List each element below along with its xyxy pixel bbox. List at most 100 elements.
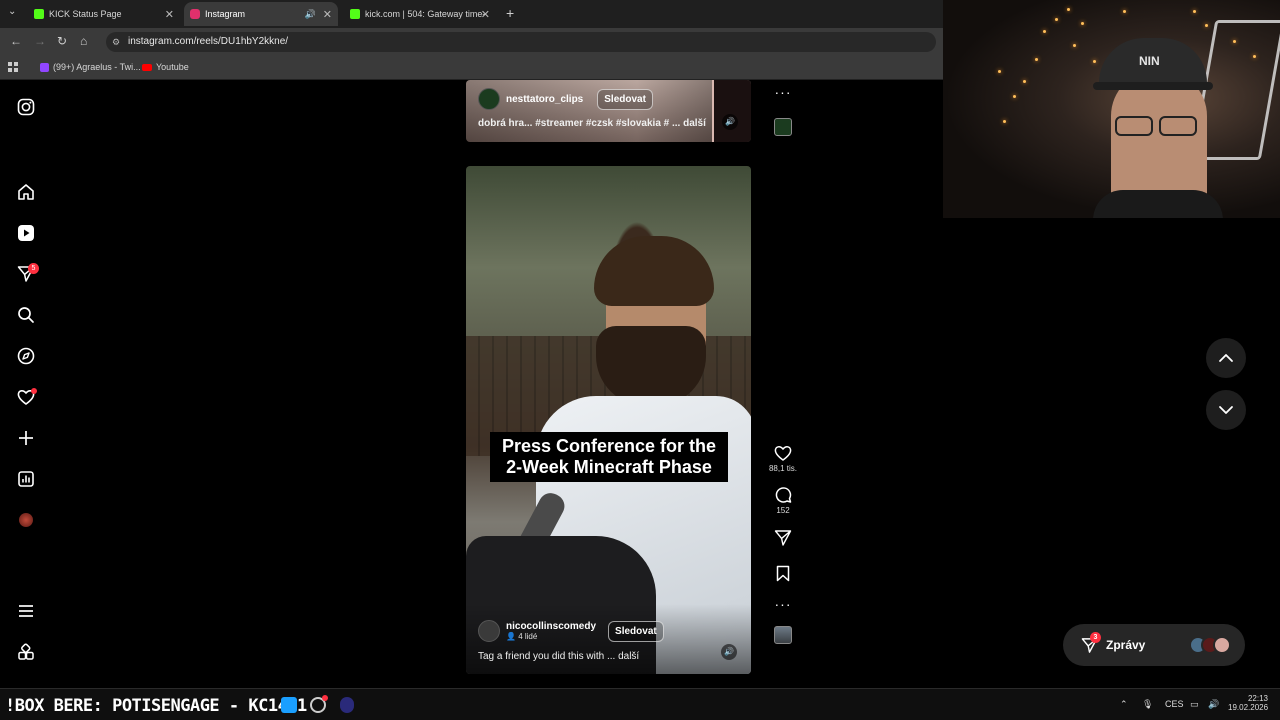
more-options-icon[interactable]: ··· — [775, 596, 792, 612]
save-bookmark-icon[interactable] — [776, 565, 790, 582]
recent-chats-avatars[interactable] — [1189, 636, 1231, 654]
clock-date: 19.02.2026 — [1228, 703, 1269, 712]
tab-search-icon[interactable]: ⌄ — [8, 6, 16, 17]
cap-logo: NIN — [1139, 54, 1160, 68]
microphone-icon[interactable]: 🎙 — [1142, 699, 1153, 710]
network-icon[interactable]: ▭ — [1190, 699, 1199, 710]
twitch-icon — [40, 62, 49, 72]
clock[interactable]: 22:13 19.02.2026 — [1228, 694, 1268, 712]
tab-kick-504[interactable]: kick.com | 504: Gateway time-o ✕ — [344, 2, 496, 26]
home-icon[interactable] — [15, 181, 37, 203]
messages-icon: 3 — [1081, 631, 1101, 654]
like-button[interactable] — [774, 444, 792, 462]
speaker-icon[interactable]: 🔊 — [305, 9, 316, 20]
screen: ⌄ KICK Status Page ✕ Instagram 🔊 ✕ kick.… — [0, 0, 1280, 720]
video-hair — [594, 236, 714, 306]
author-username[interactable]: nesttatoro_clips — [506, 94, 583, 105]
reload-button[interactable]: ↻ — [57, 34, 67, 48]
video-overlay-caption: Press Conference for the 2-Week Minecraf… — [490, 432, 728, 482]
browser-tab-bar: ⌄ KICK Status Page ✕ Instagram 🔊 ✕ kick.… — [0, 0, 943, 28]
site-info-icon[interactable]: ⚙ — [112, 32, 120, 52]
new-tab-button[interactable]: + — [506, 5, 514, 21]
previous-reel[interactable]: nesttatoro_clips Sledovat dobrá hra... #… — [466, 80, 751, 142]
bookmarks-bar: (99+) Agraelus - Twi... Youtube — [0, 56, 943, 80]
back-button[interactable]: ← — [10, 34, 22, 48]
previous-reel-actions: ··· — [766, 84, 800, 136]
current-reel-video[interactable]: Press Conference for the 2-Week Minecraf… — [466, 166, 751, 674]
avatar — [1213, 636, 1231, 654]
glasses-left — [1115, 116, 1153, 136]
like-count: 88,1 tis. — [768, 464, 797, 473]
profile-avatar[interactable] — [15, 509, 37, 531]
dashboard-icon[interactable] — [15, 468, 37, 490]
chevron-down-icon — [1219, 406, 1233, 414]
next-reel-button[interactable] — [1206, 390, 1246, 430]
instagram-favicon-icon — [190, 9, 200, 19]
person-icon: 👤 — [506, 632, 519, 641]
search-icon[interactable] — [15, 304, 37, 326]
apps-grid-icon[interactable] — [8, 62, 18, 72]
mute-icon[interactable]: 🔊 — [722, 114, 738, 130]
instagram-logo-icon[interactable] — [15, 96, 37, 118]
browser-toolbar: ← → ↻ ⌂ ⚙ instagram.com/reels/DU1hbY2kkn… — [0, 28, 943, 56]
bookmark-youtube[interactable]: Youtube — [142, 62, 189, 72]
chevron-up-icon — [1219, 354, 1233, 362]
close-tab-icon[interactable]: ✕ — [481, 8, 490, 21]
notification-dot — [322, 695, 328, 701]
also-from-meta-icon[interactable] — [15, 641, 37, 663]
follow-button[interactable]: Sledovat — [597, 88, 653, 110]
steam-icon[interactable] — [281, 697, 297, 713]
tab-instagram[interactable]: Instagram 🔊 ✕ — [184, 2, 338, 26]
tab-title: KICK Status Page — [49, 9, 122, 19]
reel-caption[interactable]: Tag a friend you did this with ... další — [478, 651, 639, 662]
share-icon[interactable] — [774, 529, 792, 547]
url-text: instagram.com/reels/DU1hbY2kkne/ — [128, 36, 289, 47]
clock-time: 22:13 — [1247, 694, 1268, 703]
youtube-icon — [142, 63, 152, 71]
bookmark-label: (99+) Agraelus - Twi... — [53, 62, 141, 72]
comment-count: 152 — [776, 506, 790, 515]
reels-icon[interactable] — [15, 222, 37, 244]
home-button[interactable]: ⌂ — [80, 34, 87, 48]
follow-button[interactable]: Sledovat — [608, 620, 664, 642]
forward-button[interactable]: → — [34, 34, 46, 48]
language-indicator[interactable]: CES — [1165, 699, 1184, 709]
streamer-shirt — [1093, 190, 1223, 218]
people-tag-label: 4 lidé — [518, 632, 538, 641]
more-options-icon[interactable]: ··· — [775, 84, 792, 100]
author-username[interactable]: nicocollinscomedy — [506, 621, 596, 632]
close-tab-icon[interactable]: ✕ — [323, 8, 332, 21]
glasses-right — [1159, 116, 1197, 136]
mute-icon[interactable]: 🔊 — [721, 644, 737, 660]
comment-button[interactable] — [774, 486, 792, 504]
audio-thumbnail[interactable] — [774, 118, 792, 136]
tray-chevron-up-icon[interactable]: ⌃ — [1120, 699, 1128, 710]
author-avatar[interactable] — [478, 620, 500, 642]
audio-thumbnail[interactable] — [774, 626, 792, 644]
instagram-sidebar: 5 — [0, 80, 52, 688]
author-avatar[interactable] — [478, 88, 500, 110]
reel-author-row: nicocollinscomedy 👤 4 lidé Sledovat — [478, 620, 664, 642]
people-tag[interactable]: 👤 4 lidé — [506, 632, 596, 641]
avatar — [19, 513, 33, 527]
overlay-line-2: 2-Week Minecraft Phase — [506, 457, 712, 477]
more-menu-icon[interactable] — [15, 600, 37, 622]
previous-reel-button[interactable] — [1206, 338, 1246, 378]
messages-label: Zprávy — [1106, 638, 1146, 652]
tab-kick-status[interactable]: KICK Status Page ✕ — [28, 2, 180, 26]
reel-caption[interactable]: dobrá hra... #streamer #czsk #slovakia #… — [478, 118, 706, 129]
messages-button[interactable]: 3 Zprávy — [1063, 624, 1245, 666]
reel-actions: 88,1 tis. 152 ··· — [766, 444, 800, 644]
close-tab-icon[interactable]: ✕ — [165, 8, 174, 21]
webcam-overlay: NIN — [943, 0, 1280, 218]
explore-icon[interactable] — [15, 345, 37, 367]
messages-badge: 3 — [1090, 631, 1101, 643]
address-bar[interactable]: ⚙ instagram.com/reels/DU1hbY2kkne/ — [106, 32, 936, 52]
volume-icon[interactable]: 🔊 — [1208, 699, 1219, 710]
taskbar: !BOX BERE: POTISENGAGE - KC1401 ⌃ 🎙 CES … — [0, 688, 1280, 720]
bookmark-twitch[interactable]: (99+) Agraelus - Twi... — [40, 62, 141, 72]
kick-favicon-icon — [34, 9, 44, 19]
stream-ticker: !BOX BERE: POTISENGAGE - KC1401 — [5, 696, 307, 716]
create-icon[interactable] — [15, 427, 37, 449]
app-icon[interactable] — [340, 697, 354, 713]
